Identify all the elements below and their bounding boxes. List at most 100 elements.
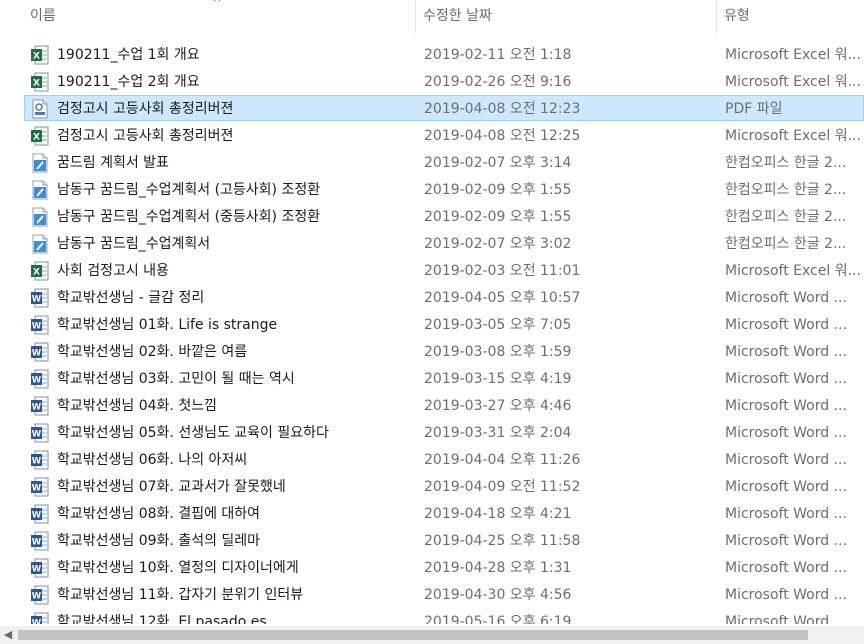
svg-text:W: W — [32, 511, 42, 521]
svg-text:X: X — [33, 79, 40, 89]
file-type: Microsoft Word ... — [725, 452, 847, 468]
file-modified-date: 2019-04-04 오후 11:26 — [424, 452, 581, 468]
file-name: 190211_수업 2회 개요 — [57, 74, 200, 90]
file-type: Microsoft Word ... — [725, 587, 847, 603]
file-row[interactable]: 검정고시 고등사회 총정리버젼 2019-04-08 오전 12:23 PDF 파일 — [24, 95, 864, 121]
horizontal-scrollbar[interactable]: ◀ — [0, 626, 864, 644]
svg-text:W: W — [32, 430, 42, 440]
hwp-icon — [31, 180, 49, 200]
svg-text:W: W — [32, 403, 42, 413]
file-type: 한컴오피스 한글 2... — [725, 236, 847, 252]
file-type: 한컴오피스 한글 2... — [725, 209, 847, 225]
file-name: 학교밖선생님 11화. 갑자기 분위기 인터뷰 — [57, 587, 304, 603]
word-icon: W — [31, 423, 49, 443]
svg-text:W: W — [32, 565, 42, 575]
file-type: Microsoft Word ... — [725, 425, 847, 441]
file-modified-date: 2019-02-09 오후 1:55 — [424, 209, 572, 225]
file-type: Microsoft Word ... — [725, 560, 847, 576]
word-icon: W — [31, 315, 49, 335]
file-modified-date: 2019-02-09 오후 1:55 — [424, 182, 572, 198]
file-type: Microsoft Excel 워... — [725, 128, 861, 144]
file-row[interactable]: W 학교밖선생님 11화. 갑자기 분위기 인터뷰 2019-04-30 오후 4:… — [24, 581, 864, 607]
file-row[interactable]: W 학교밖선생님 08화. 결핍에 대하여 2019-04-18 오후 4:21 Mi… — [24, 500, 864, 526]
file-name: 사회 검정고시 내용 — [57, 263, 169, 279]
excel-icon: X — [31, 45, 49, 65]
file-modified-date: 2019-04-25 오후 11:58 — [424, 533, 581, 549]
file-name: 학교밖선생님 02화. 바깥은 여름 — [57, 344, 248, 360]
file-name: 학교밖선생님 06화. 나의 아저씨 — [57, 452, 248, 468]
file-modified-date: 2019-04-28 오후 1:31 — [424, 560, 572, 576]
column-header-date[interactable]: 수정한 날짜 — [417, 0, 715, 34]
file-row[interactable]: X 검정고시 고등사회 총정리버젼 2019-04-08 오전 12:25 Micro… — [24, 122, 864, 148]
file-row[interactable]: W 학교밖선생님 05화. 선생님도 교육이 필요하다 2019-03-31 오후 … — [24, 419, 864, 445]
file-modified-date: 2019-03-15 오후 4:19 — [424, 371, 572, 387]
file-name: 남동구 꿈드림_수업계획서 (중등사회) 조정환 — [57, 209, 321, 225]
file-row[interactable]: W 학교밖선생님 12화. El pasado es 2019-05-16 오후 6… — [24, 608, 864, 624]
scroll-left-arrow-icon[interactable]: ◀ — [0, 626, 16, 644]
svg-text:W: W — [32, 322, 42, 332]
file-name: 학교밖선생님 08화. 결핍에 대하여 — [57, 506, 261, 522]
excel-icon: X — [31, 72, 49, 92]
pdf-icon — [31, 99, 49, 119]
file-row[interactable]: W 학교밖선생님 06화. 나의 아저씨 2019-04-04 오후 11:26 Mi… — [24, 446, 864, 472]
file-modified-date: 2019-03-05 오후 7:05 — [424, 317, 572, 333]
file-row[interactable]: 남동구 꿈드림_수업계획서 2019-02-07 오후 3:02 한컴오피스 한글 … — [24, 230, 864, 256]
column-header-type[interactable]: 유형 — [718, 0, 864, 34]
file-name: 190211_수업 1회 개요 — [57, 47, 200, 63]
file-name: 학교밖선생님 03화. 고민이 될 때는 역시 — [57, 371, 295, 387]
file-name: 꿈드림 계획서 발표 — [57, 155, 169, 171]
file-name: 검정고시 고등사회 총정리버젼 — [57, 128, 234, 144]
file-modified-date: 2019-02-11 오전 1:18 — [424, 47, 572, 63]
word-icon: W — [31, 585, 49, 605]
column-divider[interactable] — [415, 0, 416, 34]
svg-text:X: X — [33, 52, 40, 62]
file-row[interactable]: W 학교밖선생님 07화. 교과서가 잘못했네 2019-04-09 오전 11:5… — [24, 473, 864, 499]
file-modified-date: 2019-05-16 오후 6:19 — [424, 614, 572, 624]
file-modified-date: 2019-04-18 오후 4:21 — [424, 506, 572, 522]
file-modified-date: 2019-04-08 오전 12:25 — [424, 128, 581, 144]
file-row[interactable]: W 학교밖선생님 09화. 출석의 딜레마 2019-04-25 오후 11:58 M… — [24, 527, 864, 553]
file-modified-date: 2019-02-26 오전 9:16 — [424, 74, 572, 90]
svg-text:W: W — [32, 295, 42, 305]
file-name: 학교밖선생님 12화. El pasado es — [57, 614, 267, 624]
file-modified-date: 2019-02-07 오후 3:14 — [424, 155, 572, 171]
file-row[interactable]: X 190211_수업 2회 개요 2019-02-26 오전 9:16 Micros… — [24, 68, 864, 94]
file-type: 한컴오피스 한글 2... — [725, 155, 847, 171]
file-row[interactable]: 꿈드림 계획서 발표 2019-02-07 오후 3:14 한컴오피스 한글 2..… — [24, 149, 864, 175]
file-row[interactable]: 남동구 꿈드림_수업계획서 (중등사회) 조정환 2019-02-09 오후 1:… — [24, 203, 864, 229]
excel-icon: X — [31, 261, 49, 281]
file-modified-date: 2019-04-09 오전 11:52 — [424, 479, 581, 495]
svg-text:W: W — [32, 619, 42, 625]
file-name: 학교밖선생님 05화. 선생님도 교육이 필요하다 — [57, 425, 329, 441]
word-icon: W — [31, 477, 49, 497]
column-divider[interactable] — [716, 0, 717, 34]
file-type: Microsoft Word ... — [725, 614, 847, 624]
word-icon: W — [31, 531, 49, 551]
file-row[interactable]: W 학교밖선생님 - 글감 정리 2019-04-05 오후 10:57 Micros… — [24, 284, 864, 310]
file-type: Microsoft Word ... — [725, 290, 847, 306]
svg-text:W: W — [32, 484, 42, 494]
file-row[interactable]: W 학교밖선생님 02화. 바깥은 여름 2019-03-08 오후 1:59 Mic… — [24, 338, 864, 364]
word-icon: W — [31, 558, 49, 578]
scrollbar-thumb[interactable] — [18, 630, 808, 640]
file-row[interactable]: W 학교밖선생님 01화. Life is strange 2019-03-05 오… — [24, 311, 864, 337]
file-row[interactable]: 남동구 꿈드림_수업계획서 (고등사회) 조정환 2019-02-09 오후 1:… — [24, 176, 864, 202]
file-row[interactable]: W 학교밖선생님 10화. 열정의 디자이너에게 2019-04-28 오후 1:3… — [24, 554, 864, 580]
word-icon: W — [31, 288, 49, 308]
file-type: Microsoft Excel 워... — [725, 47, 861, 63]
file-row[interactable]: W 학교밖선생님 03화. 고민이 될 때는 역시 2019-03-15 오후 4:… — [24, 365, 864, 391]
file-row[interactable]: X 사회 검정고시 내용 2019-02-03 오전 11:01 Microsoft … — [24, 257, 864, 283]
file-type: 한컴오피스 한글 2... — [725, 182, 847, 198]
file-row[interactable]: X 190211_수업 1회 개요 2019-02-11 오전 1:18 Micros… — [24, 41, 864, 67]
hwp-icon — [31, 234, 49, 254]
word-icon: W — [31, 342, 49, 362]
word-icon: W — [31, 369, 49, 389]
file-modified-date: 2019-04-08 오전 12:23 — [424, 101, 581, 117]
file-name: 학교밖선생님 04화. 첫느낌 — [57, 398, 217, 414]
word-icon: W — [31, 450, 49, 470]
file-name: 학교밖선생님 - 글감 정리 — [57, 290, 205, 306]
file-name: 학교밖선생님 09화. 출석의 딜레마 — [57, 533, 261, 549]
svg-text:X: X — [33, 268, 40, 278]
file-row[interactable]: W 학교밖선생님 04화. 첫느낌 2019-03-27 오후 4:46 Micros… — [24, 392, 864, 418]
file-name: 학교밖선생님 07화. 교과서가 잘못했네 — [57, 479, 286, 495]
